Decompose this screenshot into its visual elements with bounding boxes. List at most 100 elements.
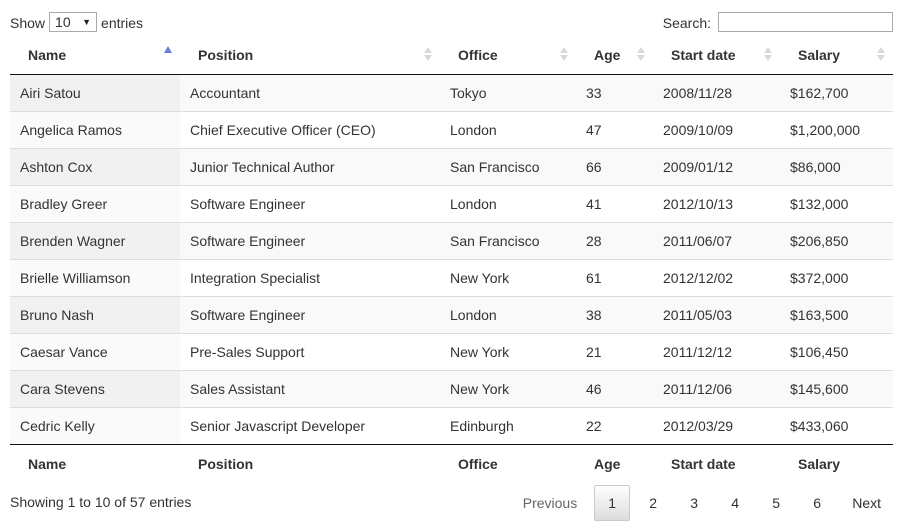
- search-input[interactable]: [718, 12, 893, 32]
- cell-office: London: [440, 110, 576, 148]
- column-header-office[interactable]: Office: [440, 36, 576, 75]
- table-row: Ashton Cox Junior Technical Author San F…: [10, 147, 893, 185]
- search-label: Search:: [662, 15, 711, 31]
- datatable-wrapper: Show 10 ▼ entries Search: Name Position …: [0, 0, 905, 530]
- cell-office: London: [440, 295, 576, 333]
- cell-age: 21: [576, 332, 653, 370]
- sort-both-icon: [877, 46, 885, 62]
- table-row: Bruno Nash Software Engineer London 38 2…: [10, 295, 893, 333]
- table-row: Brielle Williamson Integration Specialis…: [10, 258, 893, 296]
- page-button-6[interactable]: 6: [799, 485, 835, 521]
- cell-name: Caesar Vance: [10, 332, 180, 370]
- cell-start-date: 2009/10/09: [653, 110, 780, 148]
- page-button-4[interactable]: 4: [717, 485, 753, 521]
- cell-salary: $145,600: [780, 369, 893, 407]
- cell-position: Chief Executive Officer (CEO): [180, 110, 440, 148]
- table-controls: Show 10 ▼ entries Search:: [10, 12, 893, 35]
- cell-position: Software Engineer: [180, 221, 440, 259]
- cell-salary: $1,200,000: [780, 110, 893, 148]
- column-header-label: Position: [198, 46, 254, 63]
- cell-start-date: 2012/03/29: [653, 406, 780, 444]
- column-header-salary[interactable]: Salary: [780, 36, 893, 75]
- column-header-name[interactable]: Name: [10, 36, 180, 75]
- cell-position: Senior Javascript Developer: [180, 406, 440, 444]
- cell-start-date: 2011/05/03: [653, 295, 780, 333]
- footer-row: Name Position Office Age Start date Sala…: [10, 443, 893, 484]
- sort-both-icon: [424, 46, 432, 62]
- cell-name: Bradley Greer: [10, 184, 180, 222]
- column-header-label: Name: [28, 46, 67, 63]
- page-button-2[interactable]: 2: [635, 485, 671, 521]
- pagination: Previous 1 2 3 4 5 6 Next: [506, 485, 893, 521]
- table-row: Cara Stevens Sales Assistant New York 46…: [10, 369, 893, 407]
- page-button-3[interactable]: 3: [676, 485, 712, 521]
- entries-select-value: 10: [55, 14, 71, 30]
- cell-age: 41: [576, 184, 653, 222]
- entries-select[interactable]: 10 ▼: [49, 12, 98, 32]
- cell-name: Airi Satou: [10, 74, 180, 111]
- cell-name: Ashton Cox: [10, 147, 180, 185]
- cell-salary: $106,450: [780, 332, 893, 370]
- page-button-1[interactable]: 1: [594, 485, 631, 521]
- cell-name: Cara Stevens: [10, 369, 180, 407]
- cell-salary: $163,500: [780, 295, 893, 333]
- cell-office: Tokyo: [440, 74, 576, 111]
- cell-office: London: [440, 184, 576, 222]
- footer-header-start-date: Start date: [653, 443, 780, 484]
- previous-button[interactable]: Previous: [511, 485, 589, 521]
- footer-header-office: Office: [440, 443, 576, 484]
- next-button[interactable]: Next: [840, 485, 893, 521]
- cell-start-date: 2008/11/28: [653, 74, 780, 111]
- cell-position: Integration Specialist: [180, 258, 440, 296]
- column-header-label: Salary: [798, 46, 841, 63]
- cell-position: Pre-Sales Support: [180, 332, 440, 370]
- cell-position: Junior Technical Author: [180, 147, 440, 185]
- chevron-down-icon: ▼: [82, 17, 92, 27]
- cell-name: Bruno Nash: [10, 295, 180, 333]
- sort-both-icon: [764, 46, 772, 62]
- show-label: Show: [10, 15, 46, 31]
- search-control: Search:: [662, 12, 893, 33]
- column-header-age[interactable]: Age: [576, 36, 653, 75]
- cell-office: Edinburgh: [440, 406, 576, 444]
- cell-age: 61: [576, 258, 653, 296]
- cell-office: New York: [440, 332, 576, 370]
- cell-office: New York: [440, 369, 576, 407]
- sort-ascending-icon: [164, 46, 172, 62]
- cell-office: New York: [440, 258, 576, 296]
- footer-header-age: Age: [576, 443, 653, 484]
- header-row: Name Position Office Age Start date Sala…: [10, 36, 893, 75]
- footer-header-position: Position: [180, 443, 440, 484]
- entries-length-control: Show 10 ▼ entries: [10, 12, 144, 33]
- column-header-start-date[interactable]: Start date: [653, 36, 780, 75]
- cell-age: 66: [576, 147, 653, 185]
- table-row: Brenden Wagner Software Engineer San Fra…: [10, 221, 893, 259]
- cell-age: 38: [576, 295, 653, 333]
- cell-position: Software Engineer: [180, 295, 440, 333]
- cell-position: Accountant: [180, 74, 440, 111]
- cell-name: Brenden Wagner: [10, 221, 180, 259]
- cell-start-date: 2011/06/07: [653, 221, 780, 259]
- data-table: Name Position Office Age Start date Sala…: [10, 36, 893, 484]
- table-info: Showing 1 to 10 of 57 entries: [10, 494, 192, 510]
- cell-age: 22: [576, 406, 653, 444]
- cell-name: Brielle Williamson: [10, 258, 180, 296]
- entries-label: entries: [101, 15, 144, 31]
- table-row: Bradley Greer Software Engineer London 4…: [10, 184, 893, 222]
- page-button-5[interactable]: 5: [758, 485, 794, 521]
- cell-salary: $86,000: [780, 147, 893, 185]
- table-row: Airi Satou Accountant Tokyo 33 2008/11/2…: [10, 74, 893, 111]
- table-row: Cedric Kelly Senior Javascript Developer…: [10, 406, 893, 444]
- column-header-label: Start date: [671, 46, 736, 63]
- cell-start-date: 2011/12/06: [653, 369, 780, 407]
- sort-both-icon: [637, 46, 645, 62]
- column-header-label: Office: [458, 46, 498, 63]
- column-header-label: Age: [594, 46, 621, 63]
- cell-age: 47: [576, 110, 653, 148]
- cell-salary: $206,850: [780, 221, 893, 259]
- column-header-position[interactable]: Position: [180, 36, 440, 75]
- cell-salary: $132,000: [780, 184, 893, 222]
- footer-header-salary: Salary: [780, 443, 893, 484]
- cell-name: Angelica Ramos: [10, 110, 180, 148]
- cell-salary: $162,700: [780, 74, 893, 111]
